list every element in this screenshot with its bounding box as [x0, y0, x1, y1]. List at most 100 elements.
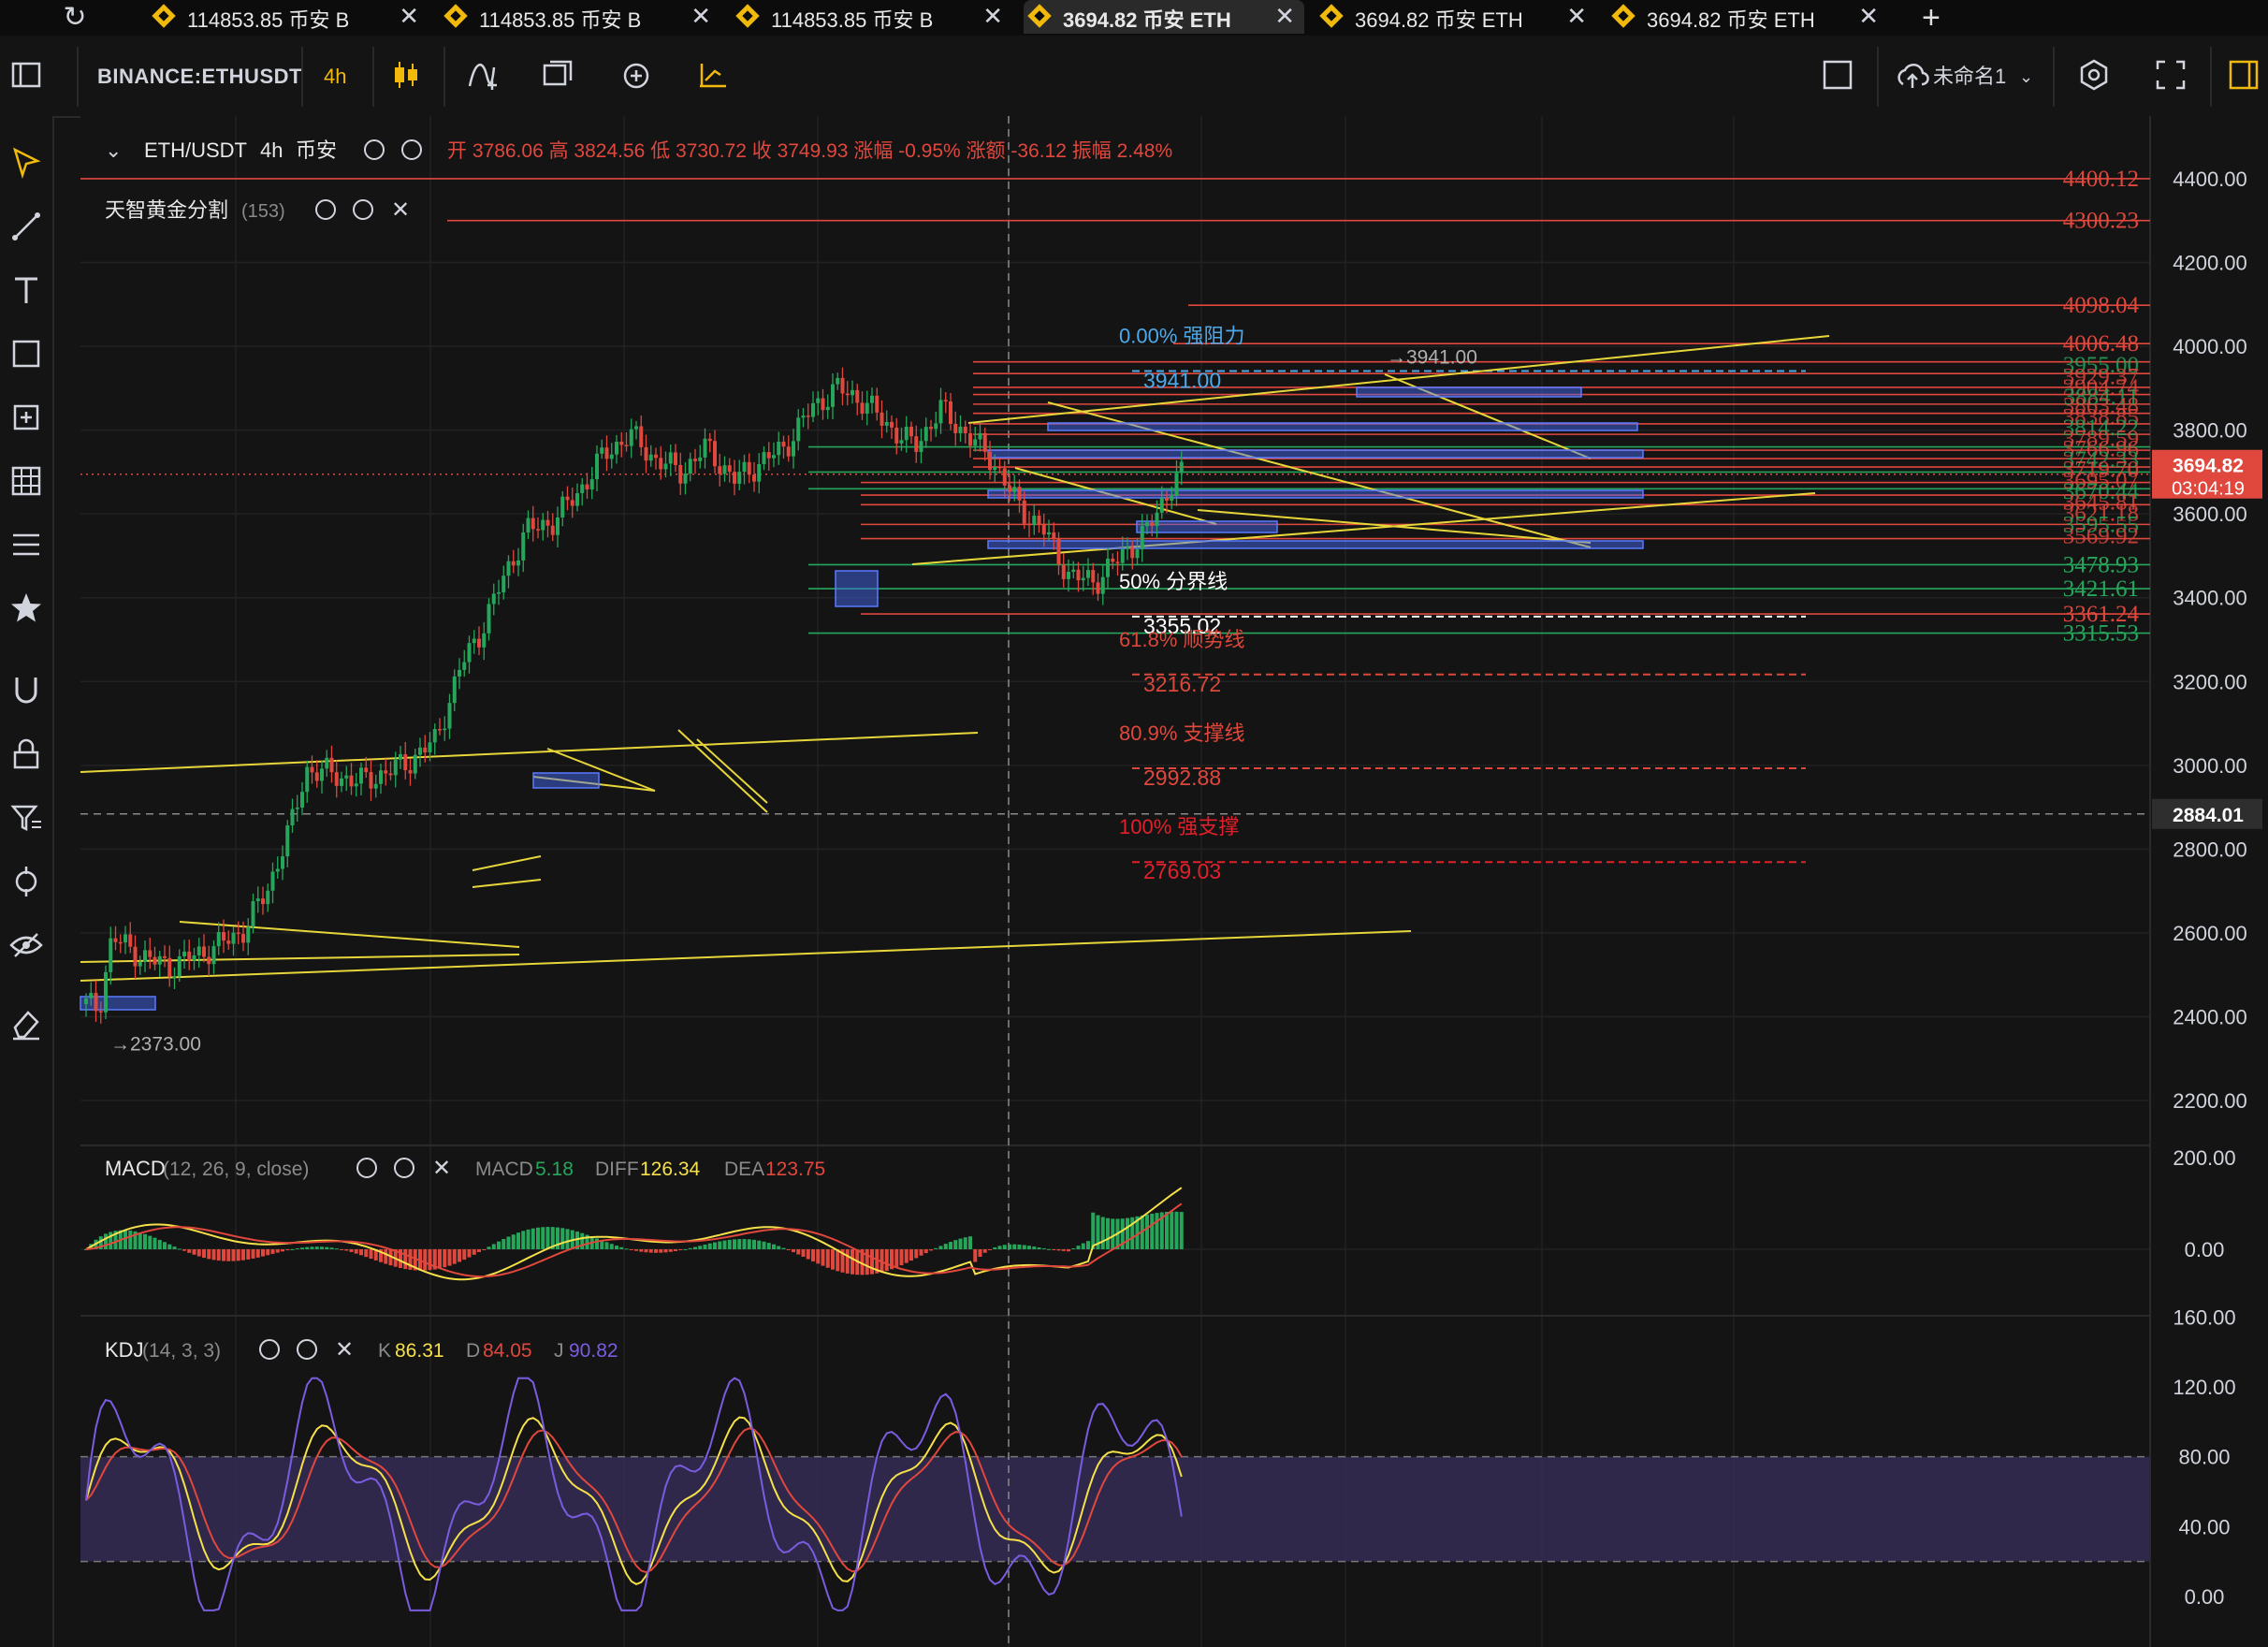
candle-body [211, 946, 216, 965]
candle-body [713, 441, 717, 467]
macd-histogram-bar [472, 1249, 476, 1255]
candle-body [904, 426, 909, 441]
level-label: 4098.04 [2063, 293, 2140, 318]
candle-body [875, 395, 880, 413]
macd-histogram-bar [899, 1249, 904, 1266]
price-axis-label: 2200.00 [2173, 1089, 2247, 1113]
candle-body [1150, 522, 1155, 526]
candle-body [349, 775, 354, 787]
candle-body [399, 754, 402, 760]
price-axis-label: 3400.00 [2173, 587, 2247, 610]
candle-body [182, 951, 186, 956]
macd-histogram-bar [1155, 1213, 1159, 1249]
macd-histogram-bar [403, 1249, 408, 1270]
candle-body [938, 400, 943, 424]
candle-body [502, 576, 506, 593]
candle-body [1174, 473, 1179, 497]
kdj-axis-label: 120.00 [2173, 1376, 2235, 1399]
macd-histogram-bar [565, 1229, 570, 1249]
candle-body [914, 436, 919, 453]
candle-body [423, 747, 428, 753]
macd-histogram-bar [300, 1247, 304, 1249]
macd-histogram-bar [639, 1249, 644, 1252]
macd-histogram-bar [1041, 1247, 1046, 1249]
candle-body [683, 474, 688, 484]
candle-body [216, 931, 221, 947]
macd-histogram-bar [713, 1242, 717, 1249]
macd-histogram-bar [153, 1237, 157, 1249]
legend-exchange: 币安 [296, 138, 337, 162]
kdj-axis-label: 160.00 [2173, 1305, 2235, 1329]
macd-histogram-bar [545, 1227, 550, 1249]
macd-histogram-bar [521, 1231, 526, 1249]
candle-body [693, 459, 697, 461]
candle-body [163, 955, 167, 958]
candle-body [1071, 569, 1076, 573]
macd-histogram-bar [138, 1232, 142, 1249]
zone-box [1356, 386, 1582, 398]
macd-histogram-bar [109, 1232, 113, 1249]
macd-histogram-bar [261, 1249, 265, 1257]
candle-body [609, 454, 614, 459]
macd-histogram-bar [938, 1246, 943, 1249]
candle-body [654, 454, 658, 459]
candle-body [148, 950, 153, 957]
candle-body [241, 934, 245, 943]
macd-histogram-bar [870, 1249, 874, 1275]
candle-body [1041, 523, 1046, 535]
candle-body [138, 961, 142, 967]
candle-body [762, 452, 766, 465]
candle-body [497, 592, 501, 594]
macd-histogram-bar [792, 1249, 795, 1253]
level-label: 4400.12 [2063, 167, 2139, 192]
kdj-remove-icon[interactable]: ✕ [335, 1337, 354, 1363]
macd-histogram-bar [329, 1247, 334, 1249]
macd-histogram-bar [536, 1227, 540, 1249]
macd-histogram-bar [462, 1249, 467, 1261]
macd-histogram-bar [580, 1232, 585, 1249]
macd-histogram-bar [609, 1244, 614, 1249]
macd-histogram-bar [757, 1240, 762, 1249]
macd-histogram-bar [285, 1249, 290, 1251]
macd-histogram-bar [1174, 1211, 1179, 1249]
macd-histogram-bar [325, 1246, 329, 1249]
fib-value-label: 3941.00 [1143, 369, 1221, 393]
candle-body [511, 561, 516, 566]
candle-body [718, 466, 722, 474]
candle-body [978, 432, 982, 440]
legend-ohlc: 开 3786.06 高 3824.56 低 3730.72 收 3749.93 … [447, 140, 1172, 162]
macd-histogram-bar [192, 1249, 196, 1255]
macd-histogram-bar [929, 1249, 933, 1251]
macd-histogram-bar [949, 1242, 952, 1249]
price-axis-label: 4400.00 [2173, 168, 2247, 191]
candle-body [128, 934, 133, 947]
macd-histogram-bar [1111, 1218, 1115, 1249]
candle-body [786, 446, 791, 457]
macd-histogram-bar [1061, 1249, 1066, 1251]
macd-histogram-bar [595, 1238, 599, 1249]
macd-histogram-bar [644, 1249, 648, 1253]
fib-pct-label: 80.9% 支撑线 [1119, 721, 1245, 745]
fib-pct-label: 0.00% 强阻力 [1119, 325, 1245, 348]
macd-histogram-bar [211, 1249, 216, 1261]
legend-collapse-chevron-icon[interactable]: ⌄ [105, 138, 122, 162]
macd-histogram-bar [1076, 1246, 1081, 1249]
price-axis-label: 3600.00 [2173, 503, 2247, 526]
macd-histogram-bar [236, 1249, 240, 1261]
macd-histogram-bar [1145, 1214, 1149, 1249]
indicator-remove-icon[interactable]: ✕ [391, 197, 410, 223]
chart-canvas[interactable]: 4400.124300.234098.044006.483478.933421.… [0, 0, 2268, 1647]
candle-body [801, 415, 806, 418]
candle-body [1027, 523, 1031, 526]
candle-body [742, 461, 747, 473]
candle-body [246, 926, 251, 943]
candle-body [281, 856, 284, 869]
macd-histogram-bar [560, 1228, 565, 1249]
macd-histogram-bar [850, 1249, 854, 1275]
macd-remove-icon[interactable]: ✕ [432, 1156, 451, 1181]
candle-body [403, 754, 408, 771]
candle-body [988, 451, 992, 471]
macd-histogram-bar [148, 1235, 153, 1249]
candle-body [458, 669, 461, 677]
macd-histogram-bar [222, 1249, 225, 1261]
